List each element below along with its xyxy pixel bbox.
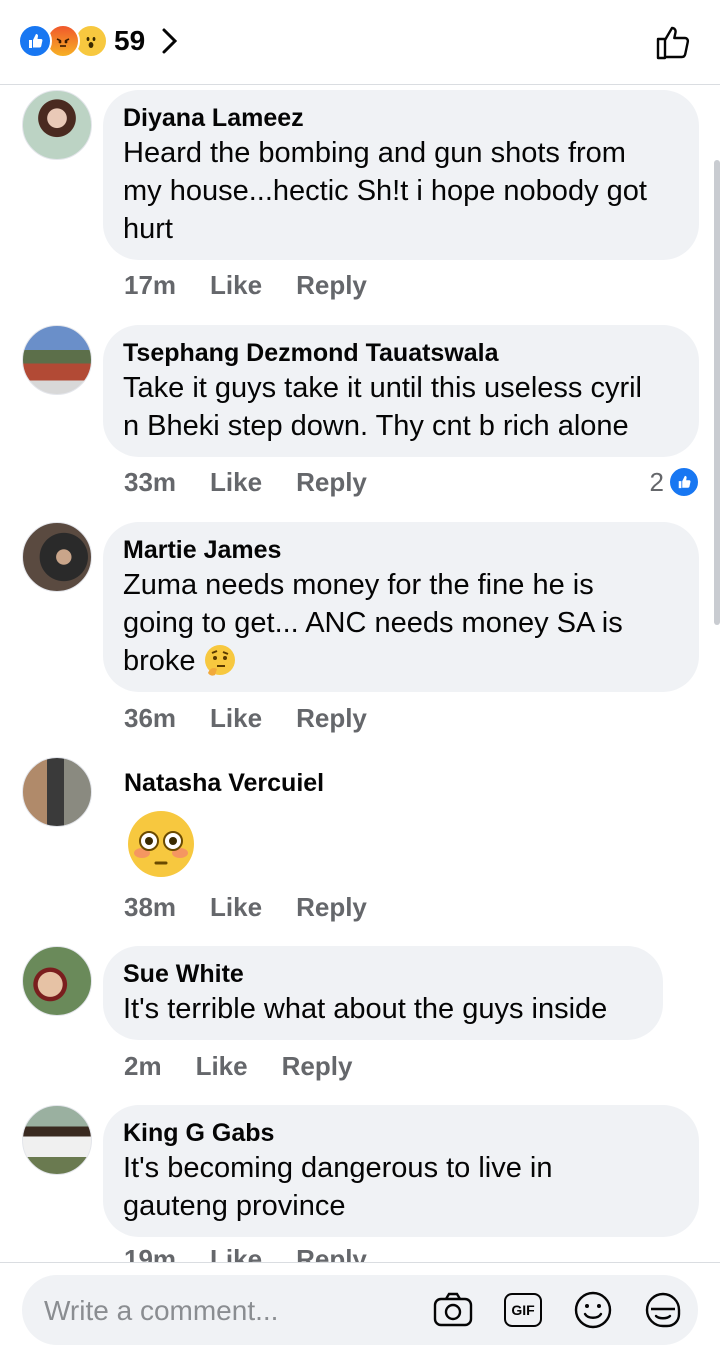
like-button[interactable]: Like [196,1051,248,1082]
comment-meta: 17m Like Reply [124,270,367,301]
comment-text-line: gauteng province [123,1190,346,1222]
comment-text-line-with-emoji: broke [123,642,679,680]
like-button[interactable]: Like [210,703,262,734]
comment-meta: 33m Like Reply [124,467,367,498]
comment-author[interactable]: Diyana Lameez [123,102,679,134]
comment-text-line: broke [123,645,196,677]
comment-author[interactable]: Martie James [123,534,679,566]
like-count-number: 2 [649,466,664,497]
comment-time[interactable]: 38m [124,892,176,923]
comment-text-line: It's becoming dangerous to live in [123,1152,553,1184]
avatar[interactable] [22,946,92,1016]
gif-label: GIF [504,1293,542,1327]
comment-composer: GIF [0,1262,720,1356]
reaction-summary[interactable]: 59 [18,24,179,58]
reply-button[interactable]: Reply [296,270,367,301]
comment-author[interactable]: Sue White [123,958,643,990]
comment-text-line: n Bheki step down. Thy cnt b rich alone [123,410,629,442]
comment-meta: 38m Like Reply [124,892,367,923]
reactions-header: 59 [0,0,720,85]
reply-button[interactable]: Reply [296,703,367,734]
like-icon [668,466,700,498]
comment-text-line: my house...hectic Sh!t i hope nobody got [123,175,647,207]
composer-box: GIF [22,1275,698,1347]
reply-button[interactable]: Reply [282,1051,353,1082]
scrollbar[interactable] [714,160,720,625]
comment-input[interactable] [42,1275,416,1347]
reply-button[interactable]: Reply [296,467,367,498]
chevron-right-icon [162,28,178,54]
comment-text-line: Take it guys take it until this useless … [123,372,642,404]
like-button[interactable]: Like [210,892,262,923]
comment-text-line: hurt [123,213,173,245]
smiley-icon[interactable] [572,1289,614,1331]
comment-author[interactable]: Tsephang Dezmond Tauatswala [123,337,679,369]
comment-bubble[interactable]: Sue White It's terrible what about the g… [103,946,663,1040]
avatar[interactable] [22,1105,92,1175]
comment-bubble[interactable]: Martie James Zuma needs money for the fi… [103,522,699,692]
comment-text-line: Zuma needs money for the fine he is [123,569,594,601]
camera-icon[interactable] [432,1289,474,1331]
comment-author[interactable]: Natasha Vercuiel [124,767,324,799]
like-button[interactable]: Like [210,270,262,301]
comment-bubble[interactable]: Diyana Lameez Heard the bombing and gun … [103,90,699,260]
comment-bubble[interactable]: King G Gabs It's becoming dangerous to l… [103,1105,699,1237]
comment-bubble[interactable]: Tsephang Dezmond Tauatswala Take it guys… [103,325,699,457]
like-icon [18,24,52,58]
comment-meta: 2m Like Reply [124,1051,352,1082]
comment-author[interactable]: King G Gabs [123,1117,679,1149]
reply-button[interactable]: Reply [296,892,367,923]
comment-text-line: Heard the bombing and gun shots from [123,137,626,169]
thinking-face-icon [204,645,235,676]
comment-like-count[interactable]: 2 [650,466,700,498]
comment-time[interactable]: 36m [124,703,176,734]
comment-time[interactable]: 33m [124,467,176,498]
sticker-icon[interactable] [642,1289,684,1331]
comment-text-line: It's terrible what about the guys inside [123,993,608,1025]
avatar[interactable] [22,90,92,160]
reaction-count: 59 [114,25,146,56]
thumbs-up-outline-icon[interactable] [654,22,694,62]
avatar[interactable] [22,522,92,592]
avatar[interactable] [22,757,92,827]
like-button[interactable]: Like [210,467,262,498]
comment-time[interactable]: 17m [124,270,176,301]
avatar[interactable] [22,325,92,395]
gif-icon[interactable]: GIF [502,1289,544,1331]
comment-meta: 36m Like Reply [124,703,367,734]
comment-time[interactable]: 2m [124,1051,162,1082]
comment-text-line: going to get... ANC needs money SA is [123,607,623,639]
flushed-face-icon [128,811,194,877]
